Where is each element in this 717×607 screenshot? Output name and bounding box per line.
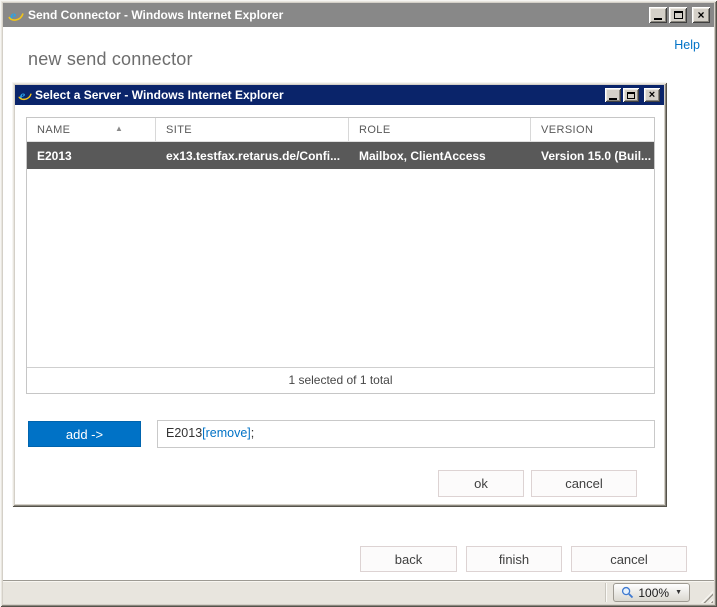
selected-servers-field[interactable]: E2013[remove]; <box>157 420 655 448</box>
cell-name: E2013 <box>27 142 156 169</box>
ok-button[interactable]: ok <box>438 470 524 497</box>
zoom-dropdown-icon: ▼ <box>675 589 682 596</box>
column-header-site[interactable]: SITE <box>156 118 349 141</box>
selected-server-name: E2013 <box>166 426 202 440</box>
close-icon: × <box>697 9 704 21</box>
internet-explorer-icon: e <box>8 7 24 23</box>
cell-role: Mailbox, ClientAccess <box>349 142 531 169</box>
minimize-button[interactable] <box>649 7 667 23</box>
column-label: ROLE <box>359 124 391 136</box>
sort-ascending-icon: ▲ <box>115 125 123 133</box>
internet-explorer-icon: e <box>18 88 32 102</box>
page-title: new send connector <box>28 49 193 70</box>
send-connector-window: e Send Connector - Windows Internet Expl… <box>0 0 717 607</box>
window-title: Send Connector - Windows Internet Explor… <box>28 8 283 22</box>
maximize-icon <box>674 11 683 19</box>
window-controls: × <box>649 7 714 23</box>
add-button[interactable]: add -> <box>28 421 141 447</box>
status-bar: 100% ▼ <box>3 580 714 604</box>
column-header-role[interactable]: ROLE <box>349 118 531 141</box>
minimize-icon <box>609 98 617 100</box>
column-header-version[interactable]: VERSION <box>531 118 654 141</box>
minimize-icon <box>654 18 662 20</box>
table-header: NAME ▲ SITE ROLE VERSION <box>27 118 654 142</box>
window-content: Help new send connector e Select a Serve… <box>3 27 714 580</box>
separator-text: ; <box>251 426 254 440</box>
help-link[interactable]: Help <box>674 38 700 52</box>
magnifier-icon <box>621 586 634 599</box>
selection-status: 1 selected of 1 total <box>27 367 654 393</box>
close-icon: × <box>649 90 655 101</box>
table-row[interactable]: E2013 ex13.testfax.retarus.de/Confi... M… <box>27 142 654 169</box>
statusbar-divider <box>605 583 607 602</box>
server-list: NAME ▲ SITE ROLE VERSION <box>26 117 655 394</box>
cancel-button[interactable]: cancel <box>571 546 687 572</box>
maximize-button[interactable] <box>669 7 687 23</box>
dialog-titlebar[interactable]: e Select a Server - Windows Internet Exp… <box>15 85 664 105</box>
minimize-button[interactable] <box>605 88 621 102</box>
dialog-content: NAME ▲ SITE ROLE VERSION <box>15 105 664 504</box>
resize-grip[interactable] <box>698 588 713 603</box>
remove-link[interactable]: [remove] <box>202 426 251 440</box>
dialog-cancel-button[interactable]: cancel <box>531 470 637 497</box>
svg-text:e: e <box>10 9 16 23</box>
maximize-button[interactable] <box>623 88 639 102</box>
column-header-name[interactable]: NAME ▲ <box>27 118 156 141</box>
zoom-level: 100% <box>638 586 669 600</box>
cell-version: Version 15.0 (Buil... <box>531 142 654 169</box>
select-server-dialog: e Select a Server - Windows Internet Exp… <box>12 82 667 507</box>
dialog-title: Select a Server - Windows Internet Explo… <box>35 88 284 102</box>
window-titlebar[interactable]: e Send Connector - Windows Internet Expl… <box>3 3 714 27</box>
column-label: VERSION <box>541 124 593 136</box>
column-label: NAME <box>37 124 70 136</box>
back-button[interactable]: back <box>360 546 457 572</box>
cell-site: ex13.testfax.retarus.de/Confi... <box>156 142 349 169</box>
dialog-controls: × <box>605 88 664 102</box>
zoom-control[interactable]: 100% ▼ <box>613 583 690 602</box>
finish-button[interactable]: finish <box>466 546 562 572</box>
maximize-icon <box>627 92 635 99</box>
column-label: SITE <box>166 124 192 136</box>
close-button[interactable]: × <box>644 88 660 102</box>
close-button[interactable]: × <box>692 7 710 23</box>
